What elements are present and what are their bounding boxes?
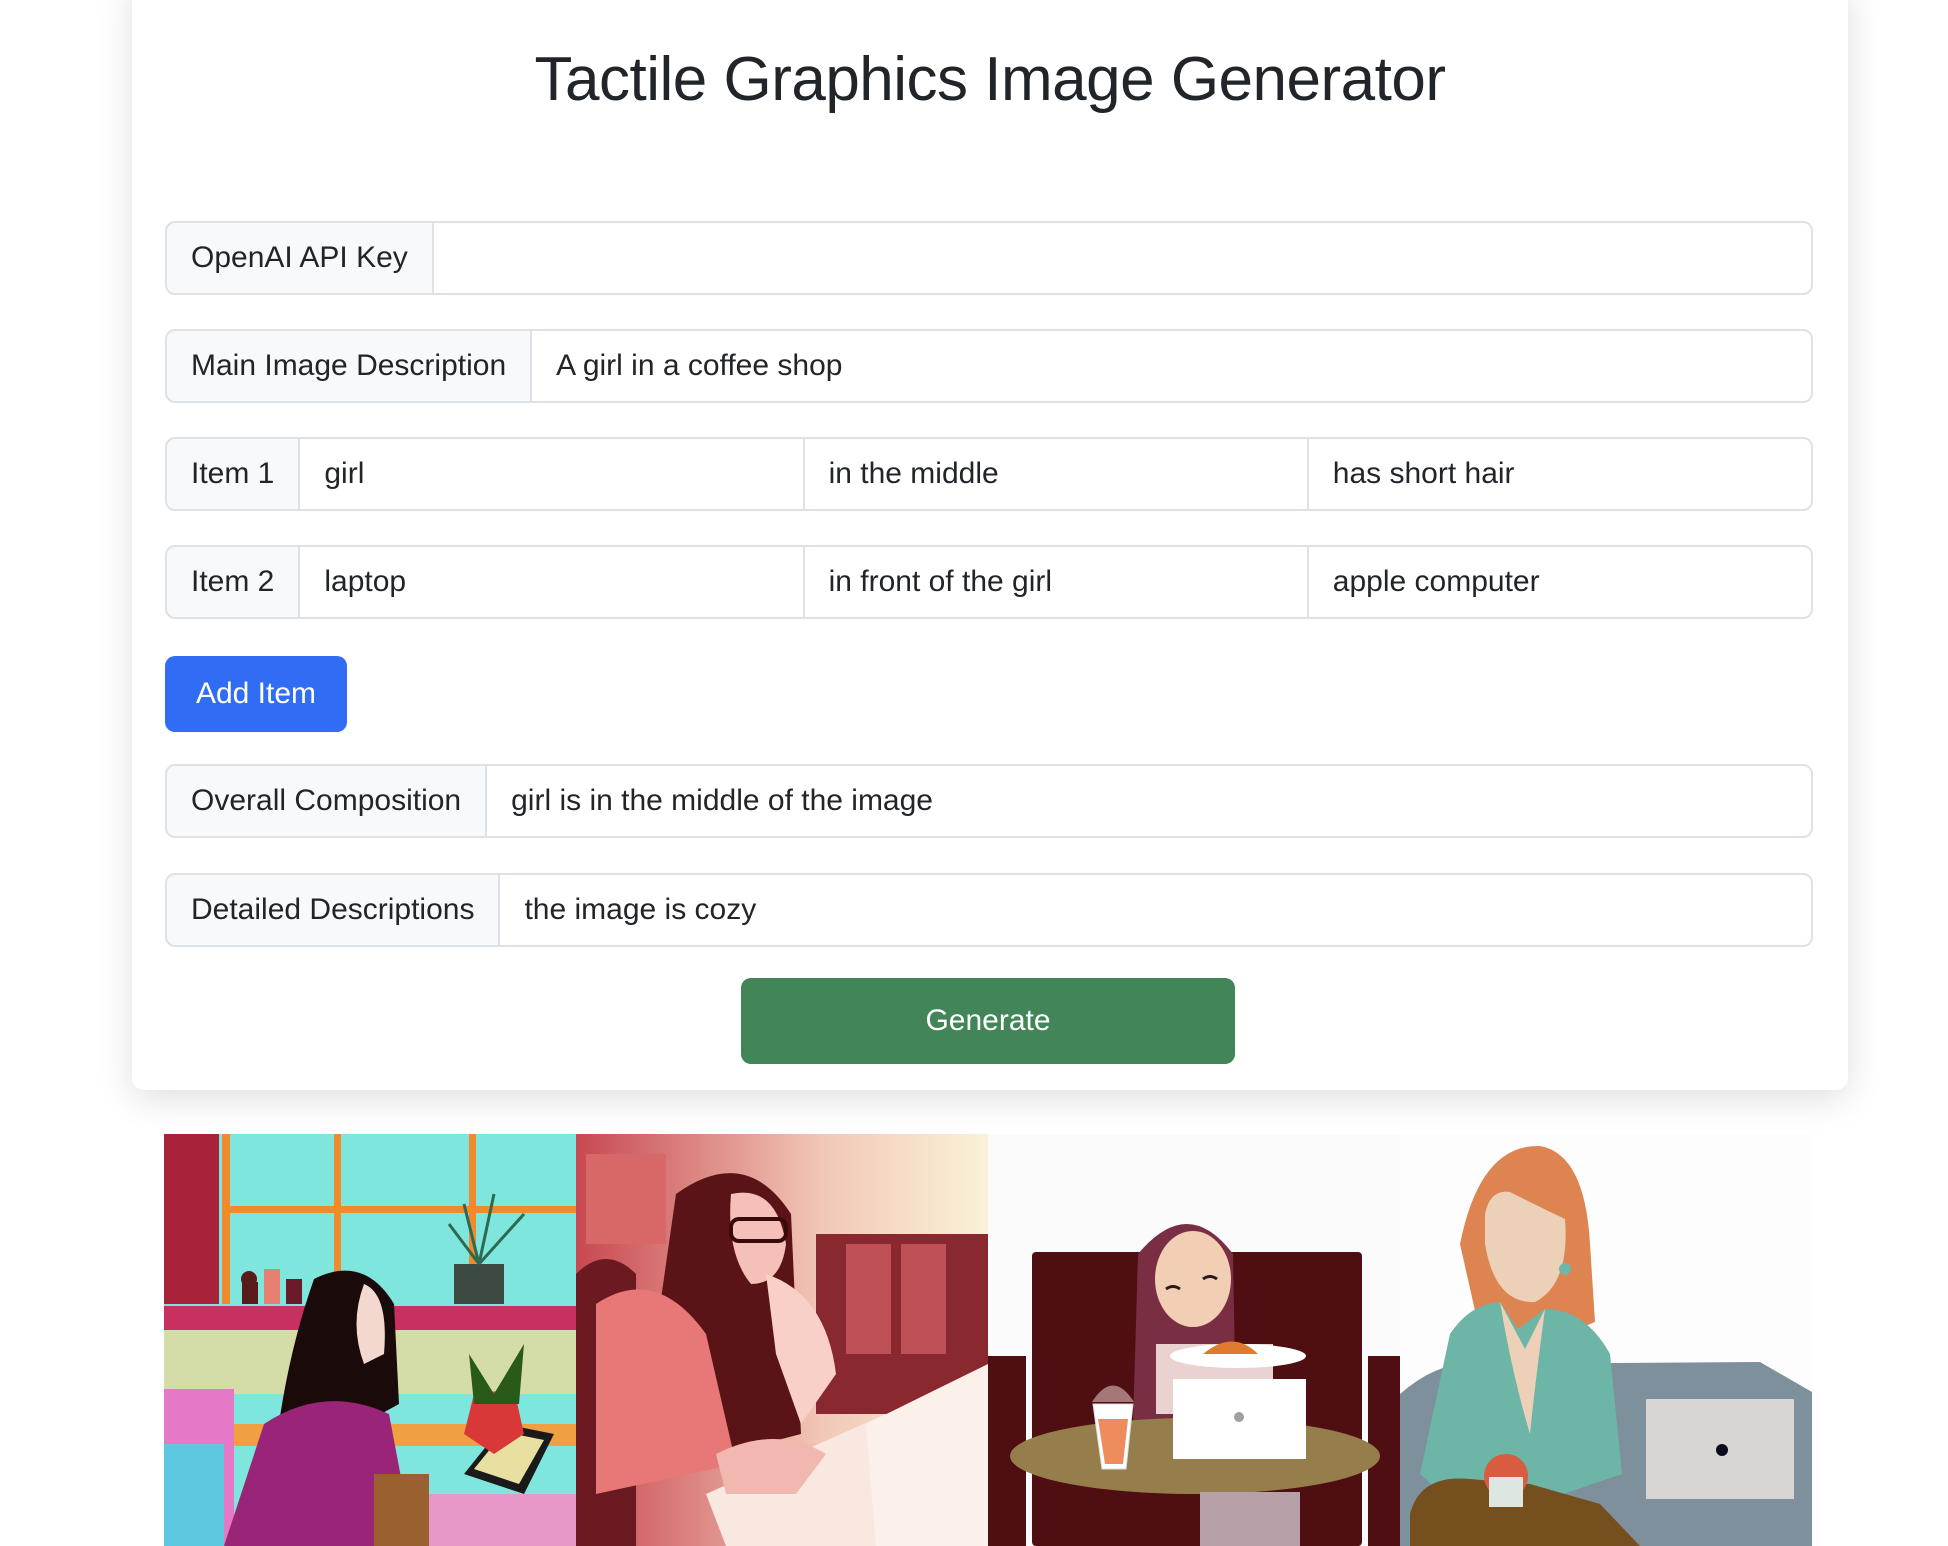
generated-image-graphic xyxy=(164,1134,576,1546)
item-row: Item 1 xyxy=(165,437,1813,511)
generated-image-graphic xyxy=(576,1134,988,1546)
generated-image[interactable] xyxy=(576,1134,988,1546)
generated-images-gallery xyxy=(164,1134,1812,1546)
generated-image[interactable] xyxy=(988,1134,1400,1546)
item-label: Item 1 xyxy=(165,437,301,511)
api-key-input[interactable] xyxy=(431,221,1813,295)
main-description-input[interactable] xyxy=(530,329,1813,403)
generated-image[interactable] xyxy=(1400,1134,1812,1546)
generated-image-graphic xyxy=(1400,1134,1812,1546)
detailed-descriptions-label: Detailed Descriptions xyxy=(165,873,501,947)
item-label: Item 2 xyxy=(165,545,301,619)
generate-button[interactable]: Generate xyxy=(741,978,1235,1064)
item-position-input[interactable] xyxy=(802,437,1309,511)
page-title: Tactile Graphics Image Generator xyxy=(534,45,1446,114)
detailed-descriptions-group: Detailed Descriptions xyxy=(165,873,1813,947)
item-position-input[interactable] xyxy=(802,545,1309,619)
api-key-group: OpenAI API Key xyxy=(165,221,1813,295)
item-row: Item 2 xyxy=(165,545,1813,619)
main-description-label: Main Image Description xyxy=(165,329,533,403)
overall-composition-input[interactable] xyxy=(485,764,1813,838)
overall-composition-group: Overall Composition xyxy=(165,764,1813,838)
item-name-input[interactable] xyxy=(298,437,805,511)
overall-composition-label: Overall Composition xyxy=(165,764,488,838)
generated-image-graphic xyxy=(988,1134,1400,1546)
add-item-button[interactable]: Add Item xyxy=(165,656,347,732)
item-detail-input[interactable] xyxy=(1306,545,1813,619)
api-key-label: OpenAI API Key xyxy=(165,221,434,295)
item-detail-input[interactable] xyxy=(1306,437,1813,511)
generated-image[interactable] xyxy=(164,1134,576,1546)
main-description-group: Main Image Description xyxy=(165,329,1813,403)
detailed-descriptions-input[interactable] xyxy=(498,873,1813,947)
item-name-input[interactable] xyxy=(298,545,805,619)
